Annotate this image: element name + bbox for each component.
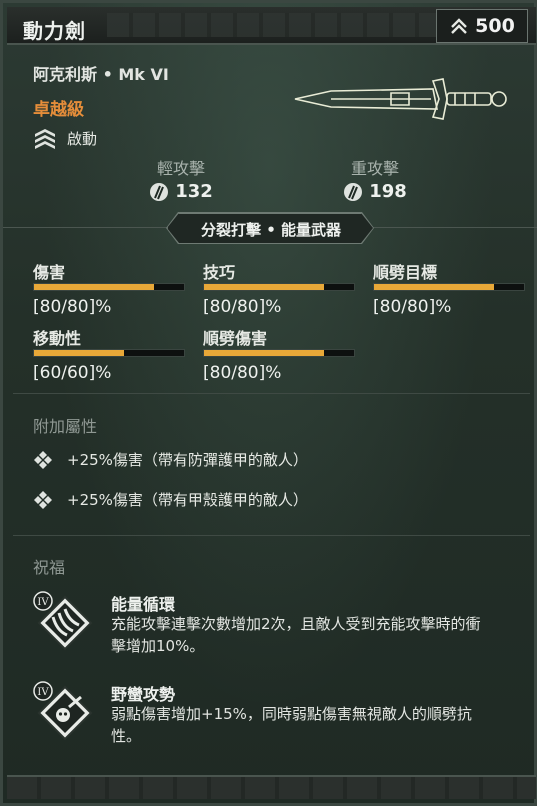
activate-label: 啟動 xyxy=(67,129,98,148)
rarity-label: 卓越級 xyxy=(33,100,84,120)
blessing-description: 充能攻擊連擊次數增加2次，且敵人受到充能攻擊時的衝擊增加10%。 xyxy=(111,615,481,655)
stat-bar xyxy=(203,349,355,357)
stat-name: 技巧 xyxy=(203,263,236,282)
heavy-attack-label: 重攻擊 xyxy=(350,159,399,178)
stat-value: [80/80]% xyxy=(203,363,282,383)
stat-cleave-targets: 順劈目標 [80/80]% xyxy=(373,263,525,317)
weapon-card: 動力劍 500 阿克利斯 • Mk VI 卓越級 啟動 輕攻擊 132 重攻擊 … xyxy=(0,0,537,806)
blessings-section-title: 祝福 xyxy=(33,558,66,577)
skull-blade-blessing-icon: IV xyxy=(33,681,93,741)
blessing-name: 能量循環 xyxy=(111,595,176,614)
stat-finesse: 技巧 [80/80]% xyxy=(203,263,355,317)
heavy-attack-value: 198 xyxy=(369,181,407,202)
stat-bar xyxy=(33,283,185,291)
bottom-bar-decoration xyxy=(7,775,536,799)
stat-bar-fill xyxy=(204,284,324,290)
tier-numeral: IV xyxy=(37,687,49,698)
stat-value: [80/80]% xyxy=(203,297,282,317)
stat-name: 移動性 xyxy=(33,329,82,348)
stat-bar-fill xyxy=(204,350,324,356)
title-bar: 動力劍 500 xyxy=(7,7,536,45)
perk-text: +25%傷害（帶有甲殼護甲的敵人） xyxy=(67,491,308,509)
stat-name: 傷害 xyxy=(33,263,66,282)
stat-name: 順劈目標 xyxy=(373,263,438,282)
stat-bar xyxy=(203,283,355,291)
perk-item: +25%傷害（帶有甲殼護甲的敵人） xyxy=(33,489,308,510)
heavy-attack-value-row: 198 xyxy=(315,181,435,202)
bonus-section-title: 附加屬性 xyxy=(33,417,98,436)
power-sword-illustration xyxy=(294,78,507,120)
light-attack-label: 輕攻擊 xyxy=(156,159,205,178)
claw-damage-icon xyxy=(150,182,169,201)
claw-damage-icon xyxy=(344,182,363,201)
stat-bar-fill xyxy=(374,284,494,290)
stacked-chevrons-icon xyxy=(35,129,55,149)
stat-cleave-damage: 順劈傷害 [80/80]% xyxy=(203,329,355,383)
section-divider xyxy=(13,393,530,394)
section-divider xyxy=(13,535,530,536)
stat-bar xyxy=(33,349,185,357)
stat-bar-fill xyxy=(34,284,154,290)
stat-mobility: 移動性 [60/60]% xyxy=(33,329,185,383)
power-level-value: 500 xyxy=(475,15,515,37)
stat-value: [60/60]% xyxy=(33,363,112,383)
chevron-up-icon xyxy=(451,18,468,34)
light-attack-value: 132 xyxy=(175,181,213,202)
stat-value: [80/80]% xyxy=(33,297,112,317)
weapon-subtitle: 阿克利斯 • Mk VI xyxy=(33,65,169,84)
perk-item: +25%傷害（帶有防彈護甲的敵人） xyxy=(33,449,308,470)
stat-value: [80/80]% xyxy=(373,297,452,317)
activate-row: 啟動 xyxy=(33,127,97,149)
light-attack: 輕攻擊 132 xyxy=(121,155,241,202)
stat-bar-fill xyxy=(34,350,124,356)
weapon-traits: 分裂打擊 • 能量武器 xyxy=(167,213,373,243)
blessing-description: 弱點傷害增加+15%，同時弱點傷害無視敵人的順劈抗性。 xyxy=(111,705,472,745)
diamond-cluster-icon xyxy=(34,450,52,469)
weapon-name: 動力劍 xyxy=(23,19,86,43)
diamond-cluster-icon xyxy=(34,490,52,509)
stat-name: 順劈傷害 xyxy=(203,329,268,348)
heavy-attack: 重攻擊 198 xyxy=(315,155,435,202)
power-level-badge: 500 xyxy=(436,9,528,43)
title-bar-decoration xyxy=(107,13,437,37)
light-attack-value-row: 132 xyxy=(121,181,241,202)
perk-text: +25%傷害（帶有防彈護甲的敵人） xyxy=(67,451,308,469)
tier-numeral: IV xyxy=(37,597,49,608)
stat-bar xyxy=(373,283,525,291)
blessing-name: 野蠻攻勢 xyxy=(111,685,176,704)
energy-claw-blessing-icon: IV xyxy=(33,591,93,651)
stat-damage: 傷害 [80/80]% xyxy=(33,263,185,317)
